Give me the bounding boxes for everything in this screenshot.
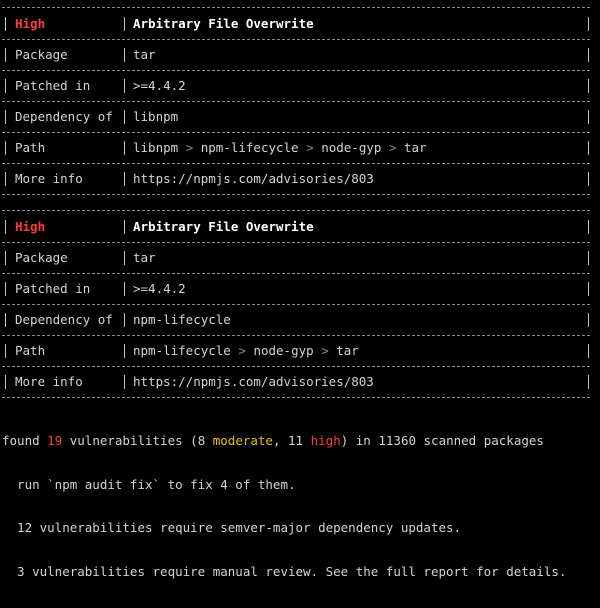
summary-fix-line: run `npm audit fix` to fix 4 of them. bbox=[2, 476, 296, 492]
row-key: Package bbox=[15, 250, 68, 265]
path-separator: > bbox=[238, 343, 246, 358]
advisory-title: Arbitrary File Overwrite bbox=[133, 219, 314, 234]
path-segment: tar bbox=[336, 343, 359, 358]
row-key: More info bbox=[15, 374, 83, 389]
advisory-link[interactable]: https://npmjs.com/advisories/803 bbox=[133, 171, 374, 187]
moderate-count: 8 bbox=[197, 433, 206, 448]
row-key: Path bbox=[15, 343, 46, 358]
path-separator: > bbox=[306, 140, 314, 155]
path-separator: > bbox=[321, 343, 329, 358]
table-row: More info https://npmjs.com/advisories/8… bbox=[2, 367, 590, 397]
row-key: Patched in bbox=[15, 78, 91, 93]
row-key: Dependency of bbox=[15, 312, 113, 327]
terminal-output: High Arbitrary File Overwrite Package ta… bbox=[0, 0, 600, 578]
table-row: High Arbitrary File Overwrite bbox=[2, 9, 590, 39]
audit-summary: found 19 vulnerabilities (8 moderate, 11… bbox=[2, 405, 598, 608]
advisory-title: Arbitrary File Overwrite bbox=[133, 16, 314, 31]
table-row: Package tar bbox=[2, 243, 590, 273]
table-row: Path libnpm > npm-lifecycle > node-gyp >… bbox=[2, 133, 590, 163]
table-row: Patched in >=4.4.2 bbox=[2, 71, 590, 101]
table-row: More info https://npmjs.com/advisories/8… bbox=[2, 164, 590, 194]
row-key: Package bbox=[15, 47, 68, 62]
total-count: 19 bbox=[47, 433, 63, 448]
severity-label: High bbox=[15, 16, 46, 31]
table-border bbox=[2, 7, 590, 8]
row-key: Dependency of bbox=[15, 109, 113, 124]
row-value: tar bbox=[133, 47, 156, 62]
path-segment: npm-lifecycle bbox=[200, 140, 299, 155]
path-segment: node-gyp bbox=[253, 343, 314, 358]
table-border bbox=[2, 194, 590, 195]
path-segment: tar bbox=[404, 140, 427, 155]
row-key: Path bbox=[15, 140, 46, 155]
table-row: Patched in >=4.4.2 bbox=[2, 274, 590, 304]
path-segment: node-gyp bbox=[321, 140, 382, 155]
path-separator: > bbox=[185, 140, 194, 155]
high-label: high bbox=[310, 433, 341, 448]
severity-label: High bbox=[15, 219, 46, 234]
row-value: >=4.4.2 bbox=[133, 281, 186, 296]
row-value: tar bbox=[133, 250, 156, 265]
table-row: Dependency of npm-lifecycle bbox=[2, 305, 590, 335]
row-key: Patched in bbox=[15, 281, 91, 296]
moderate-label: moderate bbox=[212, 433, 273, 448]
table-row: Dependency of libnpm bbox=[2, 102, 590, 132]
row-value: libnpm bbox=[133, 109, 179, 124]
path-segment: libnpm bbox=[133, 140, 179, 155]
row-value: >=4.4.2 bbox=[133, 78, 186, 93]
dependency-path: libnpm > npm-lifecycle > node-gyp > tar bbox=[133, 140, 427, 156]
row-key: More info bbox=[15, 171, 83, 186]
path-separator: > bbox=[388, 140, 397, 155]
dependency-path: npm-lifecycle > node-gyp > tar bbox=[133, 343, 359, 359]
path-segment: npm-lifecycle bbox=[133, 343, 231, 358]
table-border bbox=[2, 210, 590, 211]
table-border bbox=[2, 397, 590, 398]
table-row: High Arbitrary File Overwrite bbox=[2, 212, 590, 242]
advisory-link[interactable]: https://npmjs.com/advisories/803 bbox=[133, 374, 374, 390]
summary-semver-line: 12 vulnerabilities require semver-major … bbox=[2, 520, 462, 535]
table-row: Path npm-lifecycle > node-gyp > tar bbox=[2, 336, 590, 366]
high-count: 11 bbox=[288, 433, 304, 448]
table-row: Package tar bbox=[2, 40, 590, 70]
summary-manual-line: 3 vulnerabilities require manual review.… bbox=[2, 563, 567, 579]
summary-found-line: found 19 vulnerabilities (8 moderate, 11… bbox=[2, 433, 544, 448]
row-value: npm-lifecycle bbox=[133, 312, 231, 327]
